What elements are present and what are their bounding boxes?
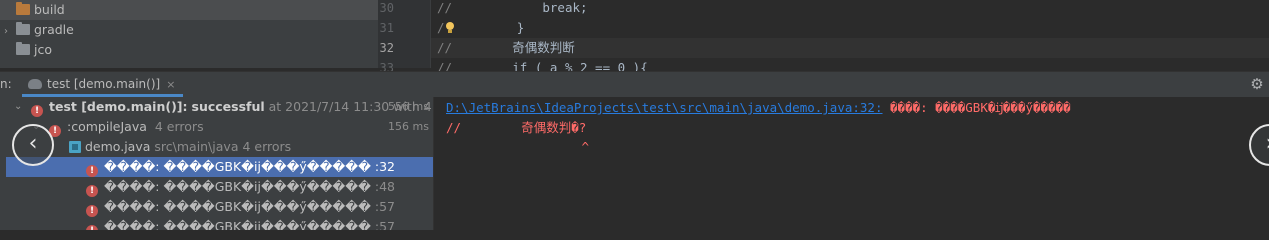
file-count: 4 errors xyxy=(242,139,292,154)
folder-icon xyxy=(16,42,30,55)
output-code-line: // 奇偶数判�? xyxy=(446,120,587,135)
java-file-icon xyxy=(69,141,81,153)
root-time: 556 ms xyxy=(388,100,429,113)
tree-row-task[interactable]: ⌄ ! :compileJava 4 errors 156 ms xyxy=(0,117,433,137)
task-time: 156 ms xyxy=(388,120,429,133)
error-icon: ! xyxy=(86,217,98,230)
error-line: :57 xyxy=(374,199,395,214)
line-number: 30 xyxy=(379,1,394,15)
gear-icon[interactable]: ⚙ xyxy=(1249,76,1265,92)
chevron-down-icon[interactable]: ⌄ xyxy=(14,97,22,117)
root-label: test [demo.main()]: xyxy=(49,99,188,114)
editor-gutter: 30 31 32 33 xyxy=(378,0,430,75)
folder-icon xyxy=(16,2,30,15)
chevron-right-icon[interactable]: › xyxy=(4,22,14,42)
close-icon[interactable]: × xyxy=(166,78,175,91)
error-text: ����: ����GBK�ĳ���ӳ����� xyxy=(104,219,371,230)
previous-button[interactable]: ‹ xyxy=(12,124,54,166)
tree-row-error[interactable]: ! ����: ����GBK�ĳ���ӳ����� :48 xyxy=(0,177,433,197)
error-line: :48 xyxy=(374,179,395,194)
console-output[interactable]: D:\JetBrains\IdeaProjects\test\src\main\… xyxy=(434,97,1269,230)
tree-item-gradle[interactable]: › gradle xyxy=(0,20,74,40)
run-toolbar: n: test [demo.main()] × ⚙ xyxy=(0,71,1269,97)
output-line: D:\JetBrains\IdeaProjects\test\src\main\… xyxy=(446,98,1071,118)
tool-window-label: n: xyxy=(0,77,12,91)
error-text: ����: ����GBK�ĳ���ӳ����� xyxy=(104,179,371,194)
error-text: ����: ����GBK�ĳ���ӳ����� xyxy=(104,199,371,214)
line-number-current: 32 xyxy=(379,41,394,55)
root-status: successful xyxy=(191,99,265,114)
tree-item-label: gradle xyxy=(34,22,74,37)
gradle-elephant-icon xyxy=(28,79,42,89)
error-icon: ! xyxy=(31,97,43,117)
task-count: 4 errors xyxy=(154,119,204,134)
output-caret: ^ xyxy=(446,139,589,154)
output-message: ����: ����GBK�ĳ���ӳ����� xyxy=(882,100,1071,115)
tree-item-jco[interactable]: jco xyxy=(0,40,52,60)
error-icon: ! xyxy=(86,177,98,197)
tab-label: test [demo.main()] xyxy=(47,77,161,91)
code-editor[interactable]: // break; / } // 奇偶数判断 // if ( a % 2 == … xyxy=(431,0,1269,75)
source-link[interactable]: D:\JetBrains\IdeaProjects\test\src\main\… xyxy=(446,100,883,115)
error-icon: ! xyxy=(86,197,98,217)
tree-item-build[interactable]: build xyxy=(0,0,65,20)
error-line: :32 xyxy=(374,159,395,174)
file-label: demo.java xyxy=(85,139,151,154)
tree-row-error[interactable]: ! ����: ����GBK�ĳ���ӳ����� :32 xyxy=(6,157,433,177)
task-label: :compileJava xyxy=(67,119,147,134)
tree-row-root[interactable]: ⌄ ! test [demo.main()]: successful at 20… xyxy=(0,97,433,117)
code-line[interactable]: // break; xyxy=(437,0,588,18)
tree-row-error[interactable]: ! ����: ����GBK�ĳ���ӳ����� :57 xyxy=(0,217,433,230)
line-number: 31 xyxy=(379,21,394,35)
tree-item-label: jco xyxy=(34,42,52,57)
build-tree: ⌄ ! test [demo.main()]: successful at 20… xyxy=(0,97,433,230)
code-line[interactable]: // 奇偶数判断 xyxy=(437,38,575,58)
error-line: :57 xyxy=(374,219,395,230)
tree-row-error[interactable]: ! ����: ����GBK�ĳ���ӳ����� :57 xyxy=(0,197,433,217)
lightbulb-icon[interactable] xyxy=(445,22,455,34)
tab-run-test[interactable]: test [demo.main()] × xyxy=(22,72,184,97)
error-text: ����: ����GBK�ĳ���ӳ����� xyxy=(104,159,371,174)
tree-row-file[interactable]: demo.java src\main\java 4 errors xyxy=(0,137,433,157)
project-tree-panel: build › gradle jco xyxy=(0,0,378,68)
file-path: src\main\java xyxy=(154,139,239,154)
error-icon: ! xyxy=(86,157,98,177)
folder-icon xyxy=(16,22,30,35)
tree-item-label: build xyxy=(34,2,65,17)
